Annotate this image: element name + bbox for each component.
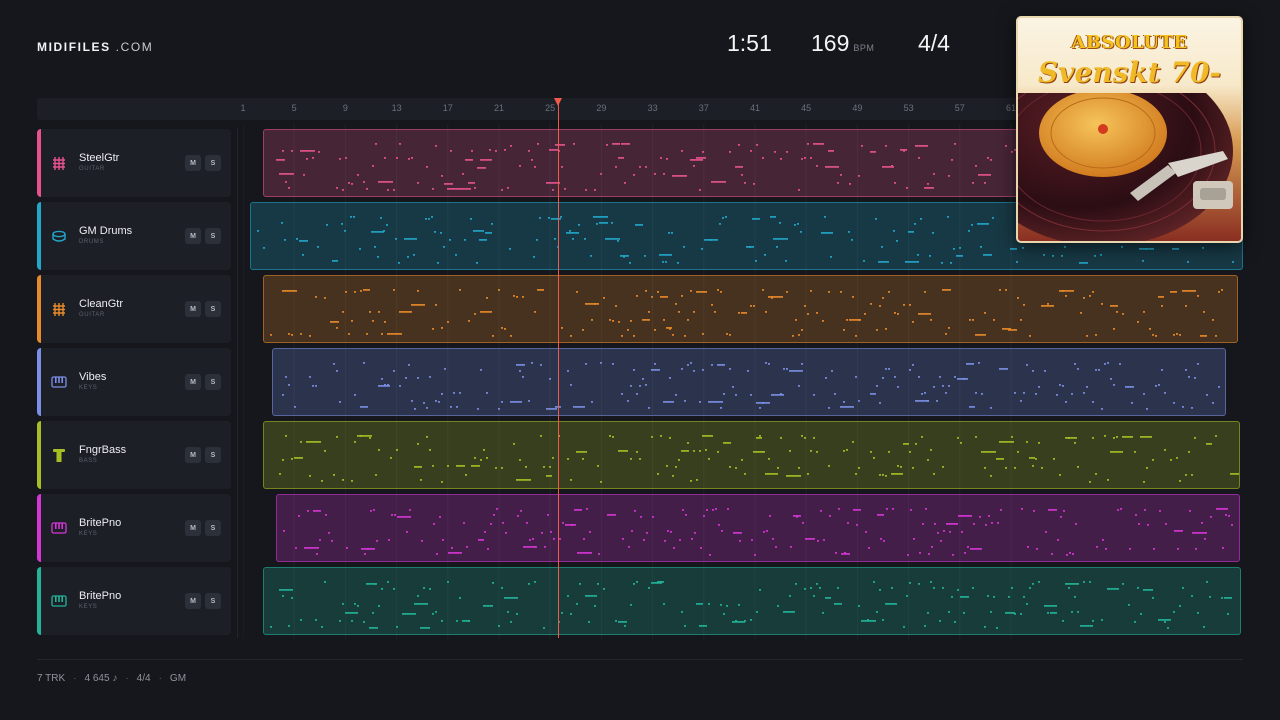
ruler-mark: 61 xyxy=(1005,103,1017,113)
brand-name: MIDIFILES xyxy=(37,40,111,54)
ruler-mark: 5 xyxy=(291,103,297,113)
ruler-mark: 33 xyxy=(647,103,658,113)
track-category: KEYS xyxy=(79,385,98,391)
solo-button[interactable]: S xyxy=(205,155,221,171)
footer-info: 7 TRK · 4 645 ♪ · 4/4 · GM xyxy=(37,673,187,684)
track-header[interactable]: Vibes KEYS M S xyxy=(37,348,231,416)
track-category: KEYS xyxy=(79,531,98,537)
footer-signature: 4/4 xyxy=(136,673,151,684)
ruler-mark: 13 xyxy=(391,103,402,113)
ruler-mark: 45 xyxy=(801,103,812,113)
solo-button[interactable]: S xyxy=(205,228,221,244)
track-color-stripe xyxy=(37,421,41,489)
ruler-mark: 37 xyxy=(698,103,709,113)
ruler-mark: 53 xyxy=(903,103,914,113)
track-category: DRUMS xyxy=(79,239,104,245)
midi-clip[interactable] xyxy=(263,567,1241,635)
mute-button[interactable]: M xyxy=(185,520,201,536)
track-category: GUITAR xyxy=(79,312,105,318)
guitar-grid-icon xyxy=(51,155,67,171)
playback-time: 1:51 xyxy=(727,30,772,56)
track-color-stripe xyxy=(37,129,41,197)
bpm-value: 169 xyxy=(811,30,850,56)
footer-note-count: 4 645 ♪ xyxy=(84,673,118,684)
midi-clip[interactable] xyxy=(276,494,1240,562)
mute-button[interactable]: M xyxy=(185,593,201,609)
track-category: BASS xyxy=(79,458,98,464)
ruler-mark: 41 xyxy=(749,103,761,113)
note-pattern xyxy=(270,289,1223,337)
ruler-mark: 29 xyxy=(596,103,607,113)
track-header[interactable]: SteelGtr GUITAR M S xyxy=(37,129,231,197)
solo-button[interactable]: S xyxy=(205,593,221,609)
track-name: SteelGtr xyxy=(79,152,120,164)
brand-suffix: .COM xyxy=(110,40,154,54)
vinyl-record-image xyxy=(1018,93,1233,241)
bpm-unit: BPM xyxy=(853,43,875,53)
track-header[interactable]: CleanGtr GUITAR M S xyxy=(37,275,231,343)
track-name: BritePno xyxy=(79,590,122,602)
track-name: CleanGtr xyxy=(79,298,124,310)
keyboard-icon xyxy=(51,520,67,536)
ruler-mark: 17 xyxy=(442,103,453,113)
track-name: Vibes xyxy=(79,371,107,383)
keyboard-icon xyxy=(51,593,67,609)
note-pattern xyxy=(282,362,1220,410)
midi-clip[interactable] xyxy=(263,275,1238,343)
mute-button[interactable]: M xyxy=(185,155,201,171)
note-pattern xyxy=(283,508,1233,556)
tempo-display: 169 BPM xyxy=(811,30,874,57)
solo-button[interactable]: S xyxy=(205,374,221,390)
track-color-stripe xyxy=(37,567,41,635)
track-name: GM Drums xyxy=(79,225,133,237)
track-color-stripe xyxy=(37,348,41,416)
bass-icon xyxy=(51,447,67,463)
track-color-stripe xyxy=(37,202,41,270)
track-header[interactable]: BritePno KEYS M S xyxy=(37,494,231,562)
cover-line1: ABSOLUTE xyxy=(1071,32,1188,53)
footer-divider xyxy=(37,659,1243,660)
track-header[interactable]: BritePno KEYS M S xyxy=(37,567,231,635)
time-signature: 4/4 xyxy=(918,30,950,56)
footer-standard: GM xyxy=(169,673,187,684)
ruler-mark: 21 xyxy=(493,103,505,113)
midi-clip[interactable] xyxy=(272,348,1226,416)
playhead-line[interactable] xyxy=(558,100,559,638)
track-color-stripe xyxy=(37,494,41,562)
mute-button[interactable]: M xyxy=(185,374,201,390)
drum-icon xyxy=(51,228,67,244)
midi-clip[interactable] xyxy=(263,421,1240,489)
solo-button[interactable]: S xyxy=(205,520,221,536)
mute-button[interactable]: M xyxy=(185,301,201,317)
guitar-grid-icon xyxy=(51,301,67,317)
album-cover: ABSOLUTE Svenskt 70-TAL xyxy=(1016,16,1243,243)
track-color-stripe xyxy=(37,275,41,343)
ruler-mark: 1 xyxy=(240,103,246,113)
ruler-mark: 49 xyxy=(852,103,863,113)
footer-track-count: 7 TRK xyxy=(37,673,66,684)
note-pattern xyxy=(279,435,1239,483)
mute-button[interactable]: M xyxy=(185,447,201,463)
track-name: BritePno xyxy=(79,517,122,529)
mute-button[interactable]: M xyxy=(185,228,201,244)
note-pattern xyxy=(270,581,1232,629)
track-category: KEYS xyxy=(79,604,98,610)
track-header[interactable]: FngrBass BASS M S xyxy=(37,421,231,489)
keyboard-icon xyxy=(51,374,67,390)
solo-button[interactable]: S xyxy=(205,447,221,463)
ruler-mark: 9 xyxy=(342,103,348,113)
track-divider xyxy=(237,128,238,638)
track-category: GUITAR xyxy=(79,166,105,172)
brand-logo: MIDIFILES .COM xyxy=(37,40,153,54)
track-name: FngrBass xyxy=(79,444,127,456)
ruler-mark: 57 xyxy=(954,103,965,113)
track-header[interactable]: GM Drums DRUMS M S xyxy=(37,202,231,270)
solo-button[interactable]: S xyxy=(205,301,221,317)
